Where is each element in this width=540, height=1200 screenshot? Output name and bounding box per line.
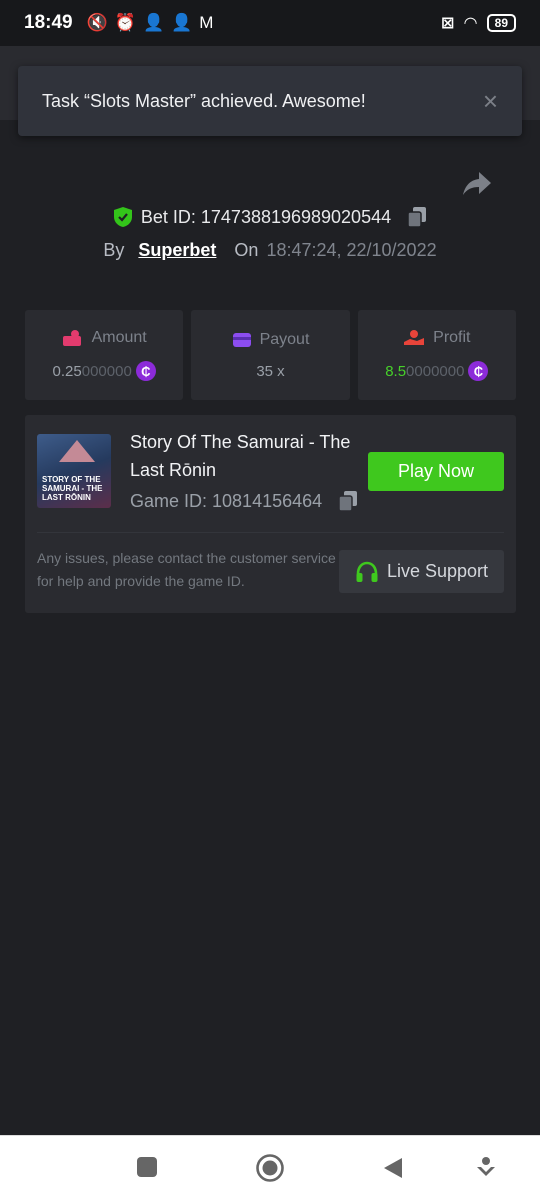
live-support-label: Live Support — [386, 561, 489, 581]
back-icon[interactable] — [382, 1156, 404, 1180]
coin-icon: ₵ — [135, 361, 156, 381]
recents-icon[interactable] — [136, 1156, 158, 1178]
profit-value: 8.50000000 — [385, 362, 465, 380]
bet-datetime: 18:47:24, 22/10/2022 — [266, 240, 437, 260]
shield-check-icon — [113, 207, 132, 227]
game-id: Game ID: 10814156464 — [130, 490, 323, 511]
share-icon[interactable] — [462, 170, 492, 198]
person-add-icon: 👤 — [171, 13, 193, 32]
user-link[interactable]: Superbet — [138, 240, 216, 261]
person-add-icon: 👤 — [142, 13, 165, 32]
payout-label: Payout — [259, 330, 310, 348]
bet-meta-row: By Superbet On 18:47:24, 22/10/2022 — [0, 240, 540, 261]
by-label: By — [103, 240, 125, 260]
toast-message: Task “Slots Master” achieved. Awesome! — [42, 90, 366, 111]
coin-icon: ₵ — [468, 361, 489, 381]
bet-id-row: Bet ID: 1747388196989020544 — [0, 206, 540, 228]
system-nav-bar — [0, 1135, 540, 1200]
game-thumbnail[interactable]: STORY OF THE SAMURAI - THE LAST RŌNIN — [37, 434, 111, 508]
on-label: On — [234, 240, 259, 260]
wifi-icon: ◠ — [464, 15, 477, 32]
profit-label: Profit — [433, 329, 471, 346]
sim-error-icon: ⊠ — [440, 15, 455, 32]
amount-stat: Amount 0.25000000 ₵ — [25, 310, 184, 400]
bet-stats: Amount 0.25000000 ₵ Payout 35 x Profit 8… — [25, 310, 516, 400]
bet-id: Bet ID: 1747388196989020544 — [140, 206, 392, 227]
payout-value: 35 x — [256, 362, 285, 380]
amount-label: Amount — [91, 329, 147, 346]
home-icon[interactable] — [255, 1153, 285, 1183]
game-card: STORY OF THE SAMURAI - THE LAST RŌNIN St… — [25, 415, 516, 613]
wallet-icon — [232, 332, 251, 347]
live-support-button[interactable]: Live Support — [339, 550, 504, 593]
copy-icon[interactable] — [338, 490, 358, 512]
close-icon[interactable]: × — [483, 88, 498, 114]
status-bar: 18:49 🔇 ⏰ 👤 👤 M ⊠ ◠ 89 — [0, 0, 540, 46]
play-now-button[interactable]: Play Now — [368, 452, 504, 491]
thumbnail-title: STORY OF THE SAMURAI - THE LAST RŌNIN — [42, 475, 103, 502]
assistant-icon[interactable] — [475, 1156, 497, 1180]
support-note: Any issues, please contact the customer … — [37, 550, 336, 589]
battery-icon: 89 — [486, 14, 516, 32]
headset-icon — [356, 561, 378, 582]
profit-stat: Profit 8.50000000 ₵ — [357, 310, 516, 400]
game-title[interactable]: Story Of The Samurai - The Last Rōnin — [130, 428, 370, 484]
payout-stat: Payout 35 x — [191, 310, 350, 400]
game-id-row: Game ID: 10814156464 — [130, 490, 358, 512]
alarm-icon: ⏰ — [114, 13, 136, 32]
achievement-toast: Task “Slots Master” achieved. Awesome! × — [18, 66, 522, 136]
status-time: 18:49 — [24, 12, 73, 33]
divider — [37, 532, 504, 533]
gmail-icon: M — [199, 13, 214, 32]
money-icon — [62, 330, 81, 346]
amount-value: 0.25000000 — [52, 362, 132, 380]
samurai-hat-art — [59, 440, 95, 462]
mute-icon: 🔇 — [86, 13, 108, 32]
profit-hand-icon — [404, 330, 425, 345]
copy-icon[interactable] — [407, 206, 427, 228]
